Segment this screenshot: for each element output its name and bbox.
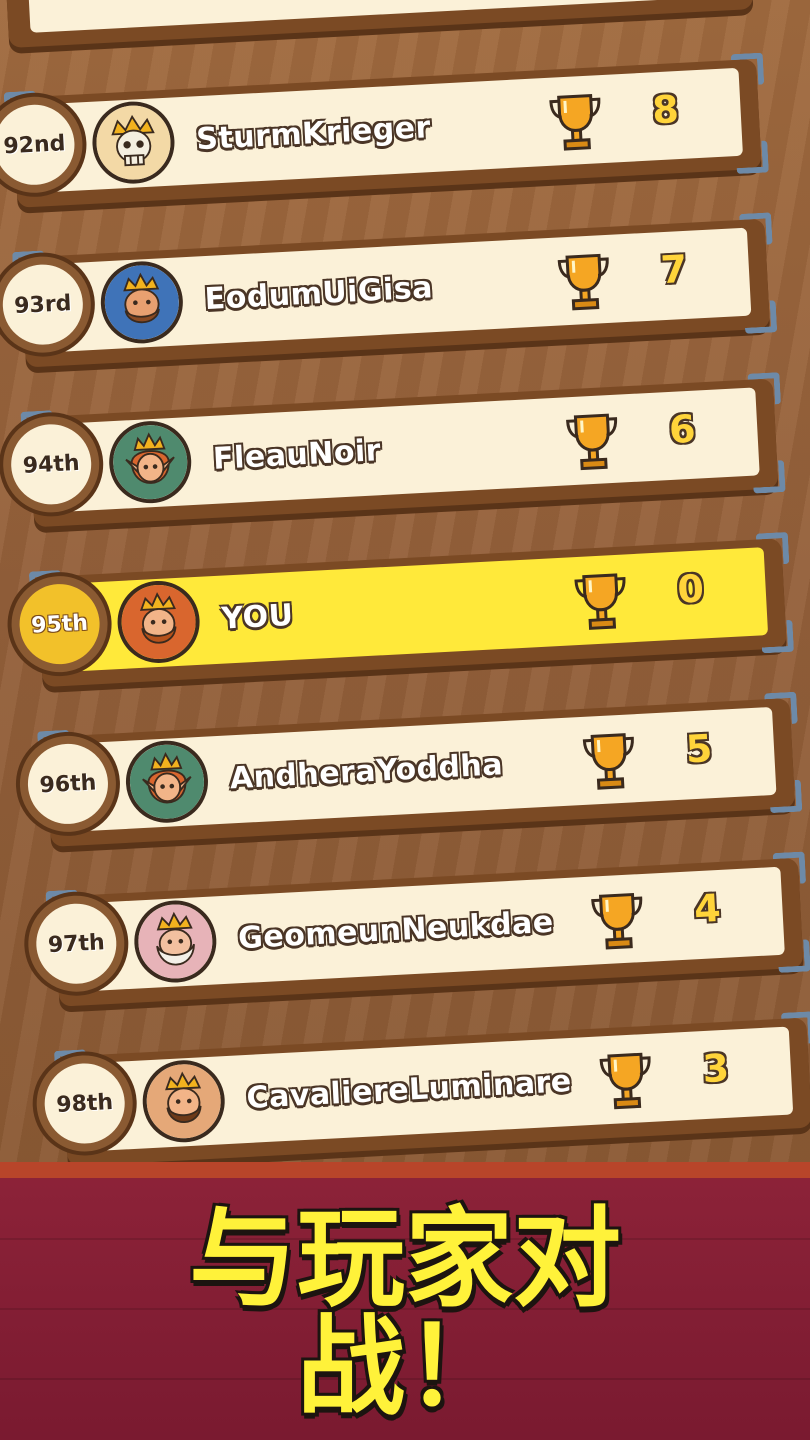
trophy-icon — [595, 1048, 658, 1113]
leaderboard-row[interactable]: 93rd EodumUiGisa 7 — [0, 200, 778, 371]
promo-headline: 与玩家对 战！ — [0, 1206, 810, 1422]
score: 7 — [659, 246, 689, 293]
trophy-icon — [586, 888, 649, 953]
promo-banner: 与玩家对 战！ — [0, 1162, 810, 1440]
score: 0 — [676, 566, 705, 612]
player-name: YOU — [220, 597, 295, 637]
leaderboard-row-partial — [0, 0, 760, 51]
promo-headline-line2: 战！ — [296, 1305, 513, 1430]
leaderboard: 92nd SturmKrieger 8 93rd EodumUiGisa 7 9… — [0, 0, 810, 1190]
promo-headline-line1: 与玩家对 — [188, 1197, 621, 1322]
leaderboard-row[interactable]: 94th FleauNoir 6 — [0, 360, 786, 531]
leaderboard-row[interactable]: 92nd SturmKrieger 8 — [0, 41, 769, 212]
score: 5 — [684, 726, 714, 772]
leaderboard-row[interactable]: 98th CavaliereLuminare 3 — [33, 999, 810, 1170]
score: 3 — [701, 1045, 731, 1092]
leaderboard-row[interactable]: 97th GeomeunNeukdae 4 — [25, 839, 810, 1010]
leaderboard-row-you[interactable]: 95th YOU 0 — [8, 520, 795, 691]
score: 6 — [667, 406, 697, 452]
score: 4 — [692, 885, 722, 932]
trophy-icon — [553, 249, 616, 314]
trophy-icon — [578, 728, 641, 793]
leaderboard-row[interactable]: 96th AndheraYoddha 5 — [17, 680, 803, 851]
trophy-icon — [561, 408, 624, 473]
trophy-icon — [570, 568, 633, 633]
trophy-icon — [544, 89, 607, 154]
score: 8 — [651, 87, 680, 133]
